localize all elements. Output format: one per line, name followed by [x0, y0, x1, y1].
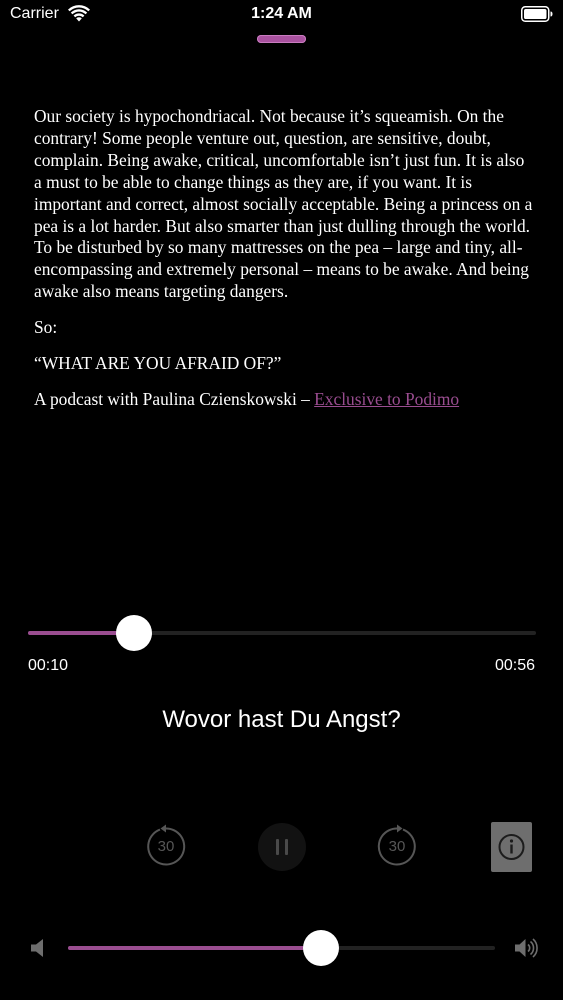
info-icon [498, 834, 525, 860]
episode-title: Wovor hast Du Angst? [162, 706, 401, 733]
total-time: 00:56 [494, 657, 535, 674]
volume-thumb[interactable] [302, 930, 339, 966]
elapsed-time: 00:10 [28, 657, 69, 674]
exclusive-link[interactable]: Exclusive to Podimo [314, 389, 459, 409]
speaker-low-icon [31, 939, 43, 957]
volume-fill [68, 946, 321, 950]
pause-icon [276, 839, 288, 855]
pause-button[interactable] [258, 823, 306, 871]
description-paragraph: Our society is hypochondriacal. Not beca… [34, 106, 533, 302]
sheet-grabber-handle[interactable] [257, 35, 306, 43]
speaker-high-icon [515, 938, 538, 958]
forward-label: 30 [388, 838, 406, 855]
info-button[interactable] [491, 822, 532, 872]
description-paragraph: “WHAT ARE YOU AFRAID OF?” [34, 353, 282, 374]
rewind-label: 30 [157, 838, 175, 855]
playback-progress-slider[interactable] [28, 615, 536, 651]
battery-icon [521, 6, 553, 22]
progress-thumb[interactable] [116, 615, 153, 651]
rewind-30-button[interactable]: 30 [143, 824, 189, 870]
status-bar: Carrier 1:24 AM [0, 0, 563, 30]
volume-slider[interactable] [68, 930, 495, 966]
credit-text: A podcast with Paulina Czienskowski – [34, 388, 315, 409]
description-paragraph: So: [34, 317, 58, 338]
status-time: 1:24 AM [251, 5, 312, 22]
forward-30-button[interactable]: 30 [374, 824, 420, 870]
episode-description: Our society is hypochondriacal. Not beca… [34, 106, 534, 425]
description-credit: A podcast with Paulina Czienskowski – Ex… [34, 389, 534, 411]
